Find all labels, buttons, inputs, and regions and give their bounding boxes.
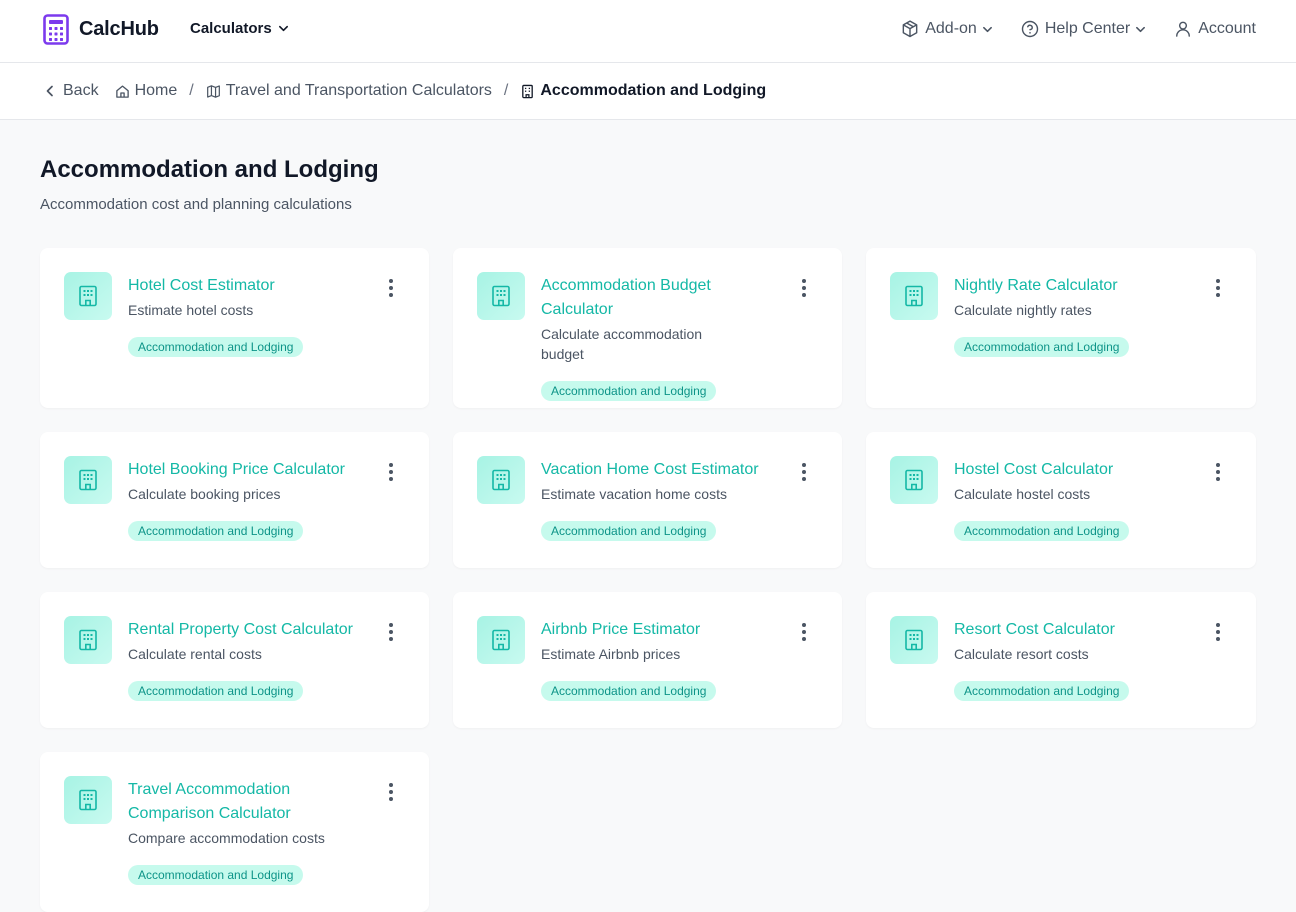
card-description: Calculate resort costs [954,646,1089,662]
calculator-card[interactable]: Airbnb Price Estimator Estimate Airbnb p… [453,592,842,728]
building-icon [64,776,112,824]
more-options-icon[interactable] [387,623,395,641]
card-description: Calculate rental costs [128,646,262,662]
more-options-icon[interactable] [1214,463,1222,481]
account-label: Account [1198,20,1256,37]
calculator-card[interactable]: Hotel Booking Price Calculator Calculate… [40,432,429,568]
card-title: Resort Cost Calculator [954,621,1115,638]
card-title: Rental Property Cost Calculator [128,621,353,638]
building-icon [64,616,112,664]
card-title: Accommodation Budget Calculator [541,277,711,318]
user-icon [1176,21,1191,37]
page-subtitle: Accommodation cost and planning calculat… [40,196,352,213]
chevron-down-icon [1136,26,1146,32]
package-icon [902,20,918,38]
home-icon [115,85,129,98]
building-icon [890,616,938,664]
breadcrumb-current-label: Accommodation and Lodging [540,82,767,99]
chevron-down-icon [982,26,992,32]
building-icon [477,616,525,664]
breadcrumb-home[interactable]: Home [115,82,178,100]
card-title: Hotel Cost Estimator [128,277,275,294]
card-title: Vacation Home Cost Estimator [541,461,759,478]
category-tag: Accommodation and Lodging [541,521,717,541]
breadcrumb-separator: / [189,82,194,99]
addon-menu[interactable]: Add-on [900,19,993,39]
category-tag: Accommodation and Lodging [541,381,717,401]
card-title: Hostel Cost Calculator [954,461,1114,478]
more-options-icon[interactable] [1214,279,1222,297]
more-options-icon[interactable] [387,279,395,297]
help-center-label: Help Center [1044,20,1131,37]
card-description: Estimate Airbnb prices [541,646,681,662]
category-tag: Accommodation and Lodging [954,521,1130,541]
card-description: Estimate hotel costs [128,302,254,318]
calculator-card[interactable]: Vacation Home Cost Estimator Estimate va… [453,432,842,568]
back-link[interactable]: Back [43,82,99,100]
more-options-icon[interactable] [800,463,808,481]
building-icon [890,272,938,320]
more-options-icon[interactable] [387,463,395,481]
chevron-left-icon [46,85,53,97]
top-navbar: CalcHub Calculators Add-on Help Center A… [0,0,1296,63]
card-title: Airbnb Price Estimator [541,621,701,638]
addon-label: Add-on [925,20,977,37]
calculator-card[interactable]: Nightly Rate Calculator Calculate nightl… [866,248,1256,408]
building-icon [522,84,534,98]
building-icon [477,456,525,504]
account-menu[interactable]: Account [1173,19,1256,39]
calculator-logo-icon [43,14,69,45]
more-options-icon[interactable] [1214,623,1222,641]
back-label: Back [63,82,99,99]
card-title: Travel Accommodation Comparison Calculat… [128,781,291,822]
category-tag: Accommodation and Lodging [541,681,717,701]
building-icon [477,272,525,320]
card-title: Nightly Rate Calculator [954,277,1118,294]
card-description: Calculate accommodation budget [541,326,703,362]
card-description: Calculate nightly rates [954,302,1092,318]
breadcrumb: Back Home / Travel and Transportation Ca… [43,82,766,100]
calculators-menu-label: Calculators [190,20,272,37]
calculator-card[interactable]: Resort Cost Calculator Calculate resort … [866,592,1256,728]
breadcrumb-current: Accommodation and Lodging [520,82,766,100]
breadcrumb-category-label: Travel and Transportation Calculators [225,82,492,99]
card-description: Calculate hostel costs [954,486,1091,502]
category-tag: Accommodation and Lodging [128,521,304,541]
calculator-card[interactable]: Rental Property Cost Calculator Calculat… [40,592,429,728]
category-tag: Accommodation and Lodging [128,865,304,885]
help-circle-icon [1021,20,1039,38]
calculator-card[interactable]: Hotel Cost Estimator Estimate hotel cost… [40,248,429,408]
category-tag: Accommodation and Lodging [954,337,1130,357]
calculator-card[interactable]: Travel Accommodation Comparison Calculat… [40,752,429,912]
card-description: Compare accommodation costs [128,830,325,846]
help-center-menu[interactable]: Help Center [1020,19,1146,39]
calculator-card[interactable]: Hostel Cost Calculator Calculate hostel … [866,432,1256,568]
brand-name: CalcHub [79,18,159,40]
breadcrumb-category[interactable]: Travel and Transportation Calculators [206,82,492,100]
chevron-down-icon [278,25,288,32]
category-tag: Accommodation and Lodging [128,337,304,357]
breadcrumb-separator: / [503,82,509,99]
more-options-icon[interactable] [387,783,395,801]
building-icon [64,272,112,320]
more-options-icon[interactable] [800,623,808,641]
calculators-menu[interactable]: Calculators [190,20,289,37]
map-icon [206,84,220,98]
brand-logo[interactable]: CalcHub [43,14,159,45]
building-icon [64,456,112,504]
category-tag: Accommodation and Lodging [954,681,1130,701]
card-title: Hotel Booking Price Calculator [128,461,345,478]
more-options-icon[interactable] [800,279,808,297]
category-tag: Accommodation and Lodging [128,681,304,701]
building-icon [890,456,938,504]
card-description: Estimate vacation home costs [541,486,727,502]
breadcrumb-bar: Back Home / Travel and Transportation Ca… [0,63,1296,120]
calculator-card[interactable]: Accommodation Budget Calculator Calculat… [453,248,842,408]
card-description: Calculate booking prices [128,486,281,502]
page-title: Accommodation and Lodging [40,156,379,183]
breadcrumb-home-label: Home [134,82,178,99]
